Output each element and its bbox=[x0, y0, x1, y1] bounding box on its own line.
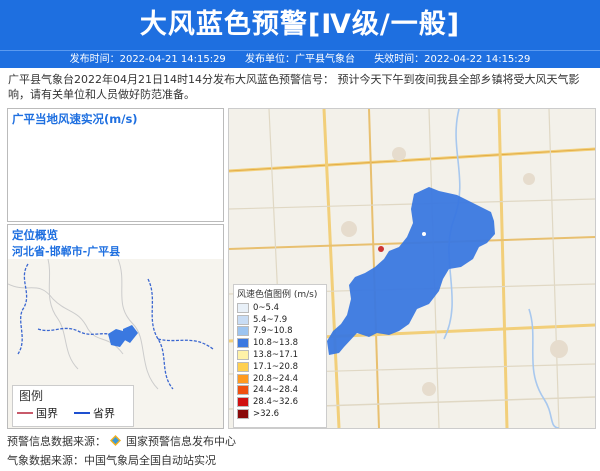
publish-time: 发布时间：2022-04-21 14:15:29 bbox=[69, 54, 226, 65]
legend-label-national-border: 国界 bbox=[36, 407, 58, 420]
meta-bar: 发布时间：2022-04-21 14:15:29 发布单位：广平县气象台 失效时… bbox=[0, 50, 600, 68]
location-panel-title: 定位概览 bbox=[12, 228, 58, 242]
warning-center-logo-icon bbox=[109, 435, 121, 446]
wind-color-legend: 风速色值图例 (m/s) 0~5.4 5.4~7.9 7.9~10.8 10.8… bbox=[233, 284, 327, 428]
legend-item: 28.4~32.6 bbox=[234, 396, 326, 408]
warning-title: 大风蓝色预警[Ⅳ级/一般] bbox=[0, 0, 600, 50]
legend-item: 17.1~20.8 bbox=[234, 361, 326, 373]
province-line-icon bbox=[74, 412, 90, 414]
warning-source-label: 预警信息数据来源： bbox=[7, 435, 106, 448]
overview-legend: 图例 国界 省界 bbox=[12, 385, 134, 427]
location-panel: 定位概览 河北省-邯郸市-广平县 图例 国界 省界 bbox=[7, 224, 224, 429]
overview-legend-title: 图例 bbox=[19, 389, 44, 403]
wind-panel-title: 广平当地风速实况(m/s) bbox=[12, 112, 138, 126]
overview-legend-items: 国界 省界 bbox=[13, 405, 133, 421]
wind-speed-panel: 广平当地风速实况(m/s) bbox=[7, 108, 224, 222]
expire-time: 失效时间：2022-04-22 14:15:29 bbox=[374, 54, 531, 65]
legend-item: 10.8~13.8 bbox=[234, 337, 326, 349]
location-region: 河北省-邯郸市-广平县 bbox=[12, 245, 121, 258]
publisher: 发布单位：广平县气象台 bbox=[245, 54, 355, 65]
weather-source-line: 气象数据来源：中国气象局全国自动站实况 bbox=[7, 454, 216, 467]
warning-source-name: 国家预警信息发布中心 bbox=[126, 435, 236, 448]
legend-item: 24.4~28.4 bbox=[234, 385, 326, 397]
legend-item: 20.8~24.4 bbox=[234, 373, 326, 385]
legend-item: 7.9~10.8 bbox=[234, 326, 326, 338]
legend-item: 13.8~17.1 bbox=[234, 349, 326, 361]
legend-item: 0~5.4 bbox=[234, 302, 326, 314]
legend-item: 5.4~7.9 bbox=[234, 314, 326, 326]
legend-label-province-border: 省界 bbox=[93, 407, 115, 420]
legend-item: >32.6 bbox=[234, 408, 326, 420]
warning-description: 广平县气象台2022年04月21日14时14分发布大风蓝色预警信号： 预计今天下… bbox=[8, 73, 580, 101]
border-line-icon bbox=[17, 412, 33, 414]
wind-legend-title: 风速色值图例 (m/s) bbox=[237, 290, 318, 300]
warning-source-line: 预警信息数据来源： 国家预警信息发布中心 bbox=[7, 433, 236, 449]
